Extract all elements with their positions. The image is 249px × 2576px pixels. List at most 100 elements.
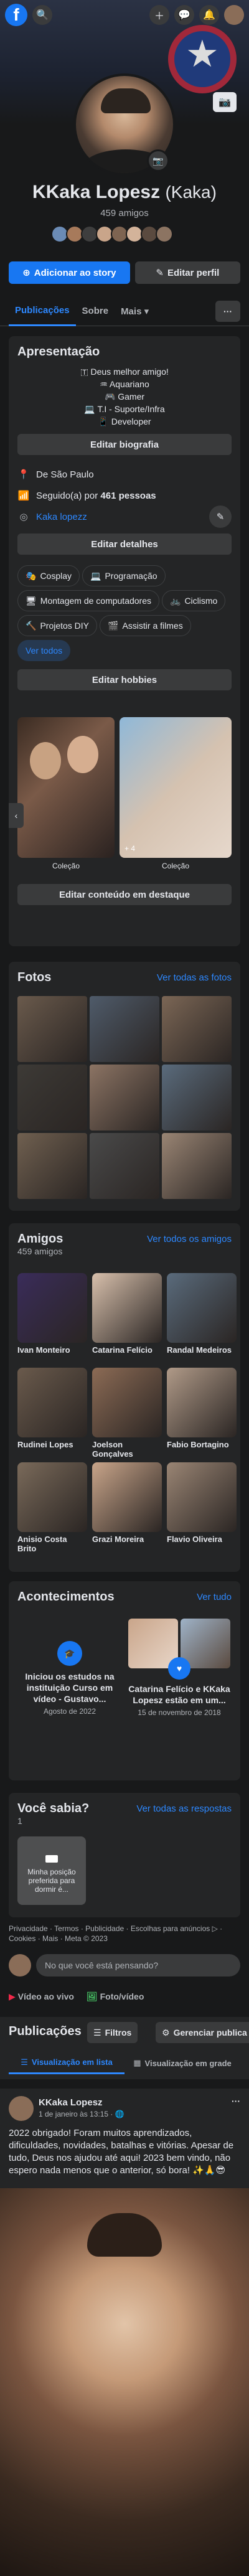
grid-view-tab[interactable]: ▦ Visualização em grade xyxy=(125,2052,240,2074)
friend-photo[interactable] xyxy=(17,1462,87,1532)
facebook-logo[interactable]: f xyxy=(5,4,27,26)
edit-bio-button[interactable]: Editar biografia xyxy=(17,434,232,455)
friend-item[interactable]: Rudinei Lopes xyxy=(17,1368,87,1449)
friend-photo[interactable] xyxy=(167,1368,237,1437)
photo-thumbnail[interactable] xyxy=(90,1065,159,1131)
edit-icon[interactable]: ✎ xyxy=(209,505,232,528)
followers-row[interactable]: 📶 Seguido(a) por 461 pessoas xyxy=(17,485,232,506)
bio-line: 📱 Developer xyxy=(98,416,151,426)
friend-name[interactable]: Joelson Gonçalves xyxy=(92,1440,162,1459)
filters-button[interactable]: ☰ Filtros xyxy=(87,2022,138,2043)
see-all-events-link[interactable]: Ver tudo xyxy=(197,1592,232,1602)
instagram-row[interactable]: ◎ Kaka lopezz ✎ xyxy=(17,505,232,528)
friend-name[interactable]: Anisio Costa Brito xyxy=(17,1535,87,1553)
featured-collection[interactable]: + 4 xyxy=(120,717,232,858)
friend-name[interactable]: Catarina Felício xyxy=(92,1345,162,1355)
edit-profile-button[interactable]: ✎ Editar perfil xyxy=(134,261,240,284)
post-text: 2022 obrigado! Foram muitos aprendizados… xyxy=(9,2128,234,2176)
friend-item[interactable]: Catarina Felício xyxy=(92,1273,162,1355)
post: KKaka Lopesz 1 de janeiro às 13:15 · 🌐 ·… xyxy=(0,2089,249,2576)
friends-count[interactable]: 459 amigos xyxy=(0,208,249,219)
friend-name[interactable]: Ivan Monteiro xyxy=(17,1345,87,1355)
add-story-button[interactable]: ⊕ Adicionar ao story xyxy=(9,261,130,284)
post-date[interactable]: 1 de janeiro às 13:15 · 🌐 xyxy=(39,2110,125,2118)
hobby-programming[interactable]: 💻 Programação xyxy=(82,565,166,586)
tab-posts[interactable]: Publicações xyxy=(9,296,76,326)
see-all-photos-link[interactable]: Ver todas as fotos xyxy=(157,972,232,983)
friend-photo[interactable] xyxy=(17,1273,87,1343)
life-event-item[interactable]: 🎓 Iniciou os estudos na instituição Curs… xyxy=(17,1619,122,1768)
friend-item[interactable]: Ivan Monteiro xyxy=(17,1273,87,1355)
footer-links[interactable]: Privacidade · Termos · Publicidade · Esc… xyxy=(9,1924,240,1944)
post-image[interactable] xyxy=(0,2188,249,2576)
photo-thumbnail[interactable] xyxy=(162,1133,232,1199)
friend-item[interactable]: Grazi Moreira xyxy=(92,1462,162,1544)
friend-name[interactable]: Randal Medeiros xyxy=(167,1345,237,1355)
life-event-item[interactable]: ♥ Catarina Felício e KKaka Lopesz estão … xyxy=(127,1619,232,1768)
hobby-movies[interactable]: 🎬 Assistir a filmes xyxy=(100,615,191,636)
see-all-answers-link[interactable]: Ver todas as respostas xyxy=(136,1803,232,1814)
tab-about[interactable]: Sobre xyxy=(76,296,115,326)
more-options-button[interactable]: ··· xyxy=(215,300,240,322)
hobby-cosplay[interactable]: 🎭 Cosplay xyxy=(17,565,80,586)
friend-photo[interactable] xyxy=(92,1273,162,1343)
edit-hobbies-button[interactable]: Editar hobbies xyxy=(17,669,232,690)
hobby-pc-building[interactable]: 🖥 Montagem de computadores xyxy=(17,590,159,611)
friend-item[interactable]: Randal Medeiros xyxy=(167,1273,237,1355)
manage-posts-button[interactable]: ⚙ Gerenciar publica xyxy=(156,2022,249,2043)
plus-icon[interactable]: ＋ xyxy=(149,5,169,25)
instagram-icon: ◎ xyxy=(19,512,28,522)
featured-label: Coleção xyxy=(52,862,80,870)
photo-thumbnail[interactable] xyxy=(162,996,232,1062)
friend-name[interactable]: Fabio Bortagino xyxy=(167,1440,237,1449)
bell-icon[interactable]: 🔔 xyxy=(199,5,219,25)
friend-name[interactable]: Grazi Moreira xyxy=(92,1535,162,1544)
live-video-button[interactable]: ▶ Vídeo ao vivo xyxy=(9,1991,74,2002)
featured-collection[interactable] xyxy=(17,717,115,858)
see-all-hobbies-button[interactable]: Ver todos xyxy=(17,640,71,661)
chevron-left-icon[interactable]: ‹ xyxy=(9,803,24,828)
account-avatar[interactable] xyxy=(224,5,244,25)
photo-thumbnail[interactable] xyxy=(17,1065,87,1131)
composer-input[interactable]: No que você está pensando? xyxy=(36,1954,240,1977)
friend-photo[interactable] xyxy=(92,1462,162,1532)
photo-thumbnail[interactable] xyxy=(162,1065,232,1131)
avatar[interactable] xyxy=(9,2096,34,2121)
friend-item[interactable]: Fabio Bortagino xyxy=(167,1368,237,1449)
friend-photo[interactable] xyxy=(167,1462,237,1532)
photo-thumbnail[interactable] xyxy=(17,996,87,1062)
friend-item[interactable]: Joelson Gonçalves xyxy=(92,1368,162,1459)
grid-icon: ▦ xyxy=(133,2058,141,2067)
see-all-friends-link[interactable]: Ver todos os amigos xyxy=(147,1234,232,1244)
friend-item[interactable]: Flavio Oliveira xyxy=(167,1462,237,1544)
shield-graphic xyxy=(168,25,237,93)
profile-name: KKaka Lopesz (Kaka) xyxy=(32,182,217,202)
friend-photo[interactable] xyxy=(92,1368,162,1437)
photo-video-button[interactable]: 🖼 Foto/vídeo xyxy=(87,1991,144,2002)
life-events-card: Acontecimentos Ver tudo 🎓 Iniciou os estu… xyxy=(9,1581,240,1780)
friend-avatars[interactable] xyxy=(51,225,173,243)
post-options-icon[interactable]: ··· xyxy=(232,2096,240,2106)
photo-thumbnail[interactable] xyxy=(90,1133,159,1199)
camera-icon[interactable]: 📷 xyxy=(147,149,169,172)
camera-icon[interactable]: 📷 xyxy=(213,92,237,112)
graduation-icon: 🎓 xyxy=(57,1641,82,1666)
edit-featured-button[interactable]: Editar conteúdo em destaque xyxy=(17,884,232,905)
list-view-tab[interactable]: ☰ Visualização em lista xyxy=(9,2052,125,2074)
edit-details-button[interactable]: Editar detalhes xyxy=(17,534,232,555)
search-icon[interactable]: 🔍 xyxy=(32,5,52,25)
friend-photo[interactable] xyxy=(167,1273,237,1343)
post-author[interactable]: KKaka Lopesz xyxy=(39,2097,103,2108)
hobby-diy[interactable]: 🔨 Projetos DIY xyxy=(17,615,98,636)
quiz-answer-card[interactable]: Minha posição preferida para dormir é... xyxy=(17,1836,86,1905)
messenger-icon[interactable]: 💬 xyxy=(174,5,194,25)
photo-thumbnail[interactable] xyxy=(90,996,159,1062)
photo-thumbnail[interactable] xyxy=(17,1133,87,1199)
friend-name[interactable]: Flavio Oliveira xyxy=(167,1535,237,1544)
tab-more[interactable]: Mais ▾ xyxy=(115,296,155,326)
friend-name[interactable]: Rudinei Lopes xyxy=(17,1440,87,1449)
hobby-cycling[interactable]: 🚲 Ciclismo xyxy=(162,590,226,611)
friend-photo[interactable] xyxy=(17,1368,87,1437)
avatar xyxy=(9,1954,31,1977)
friend-item[interactable]: Anisio Costa Brito xyxy=(17,1462,87,1553)
